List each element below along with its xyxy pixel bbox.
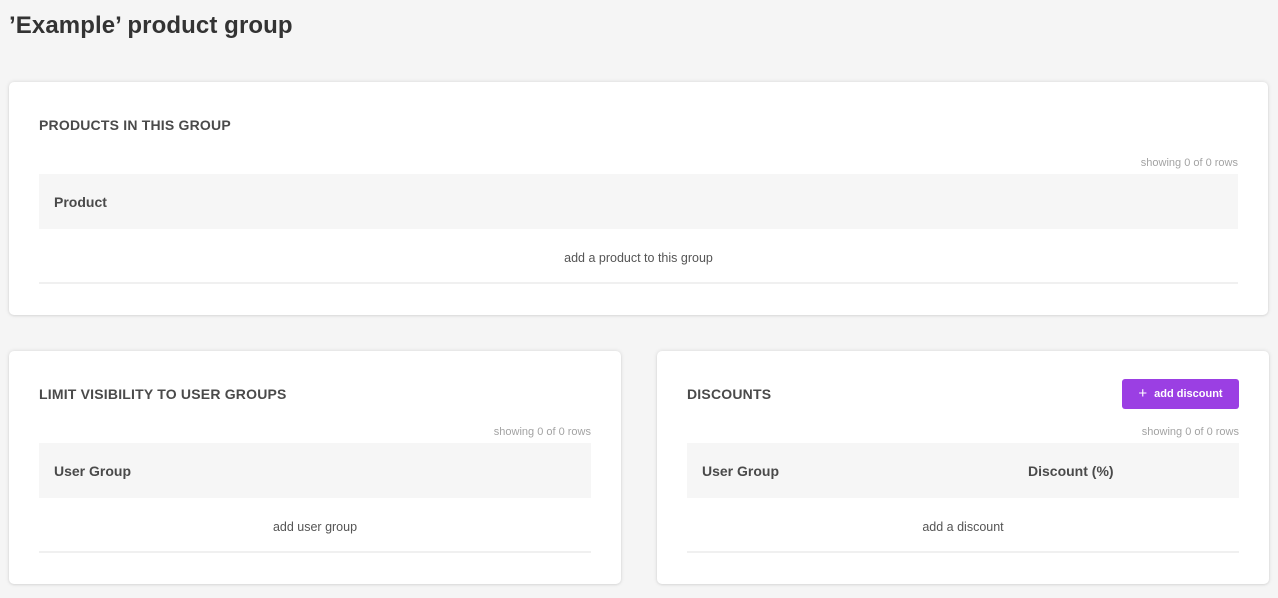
products-table-header: Product: [39, 174, 1238, 229]
add-discount-button[interactable]: + add discount: [1122, 379, 1239, 409]
add-discount-link[interactable]: add a discount: [687, 520, 1239, 534]
discounts-card-title: DISCOUNTS: [687, 386, 772, 402]
discounts-card: DISCOUNTS + add discount showing 0 of 0 …: [657, 351, 1269, 584]
visibility-card: LIMIT VISIBILITY TO USER GROUPS showing …: [9, 351, 621, 584]
column-header-discount[interactable]: Discount (%): [1028, 463, 1114, 479]
column-header-user-group[interactable]: User Group: [702, 463, 779, 479]
add-user-group-link[interactable]: add user group: [39, 520, 591, 534]
add-product-link[interactable]: add a product to this group: [39, 251, 1238, 265]
column-header-product[interactable]: Product: [54, 194, 107, 210]
products-card: PRODUCTS IN THIS GROUP showing 0 of 0 ro…: [9, 82, 1268, 315]
plus-icon: +: [1138, 385, 1148, 402]
table-divider: [39, 551, 591, 553]
visibility-rows-count: showing 0 of 0 rows: [493, 426, 591, 438]
table-divider: [39, 282, 1238, 284]
column-header-user-group[interactable]: User Group: [54, 463, 131, 479]
table-divider: [687, 551, 1239, 553]
products-rows-count: showing 0 of 0 rows: [1140, 157, 1238, 169]
visibility-card-title: LIMIT VISIBILITY TO USER GROUPS: [39, 386, 287, 402]
add-discount-button-label: add discount: [1154, 388, 1223, 400]
visibility-table-header: User Group: [39, 443, 591, 498]
products-card-title: PRODUCTS IN THIS GROUP: [39, 117, 231, 133]
discounts-table-header: User Group Discount (%): [687, 443, 1239, 498]
discounts-rows-count: showing 0 of 0 rows: [1141, 426, 1239, 438]
page-title: ’Example’ product group: [9, 12, 293, 39]
